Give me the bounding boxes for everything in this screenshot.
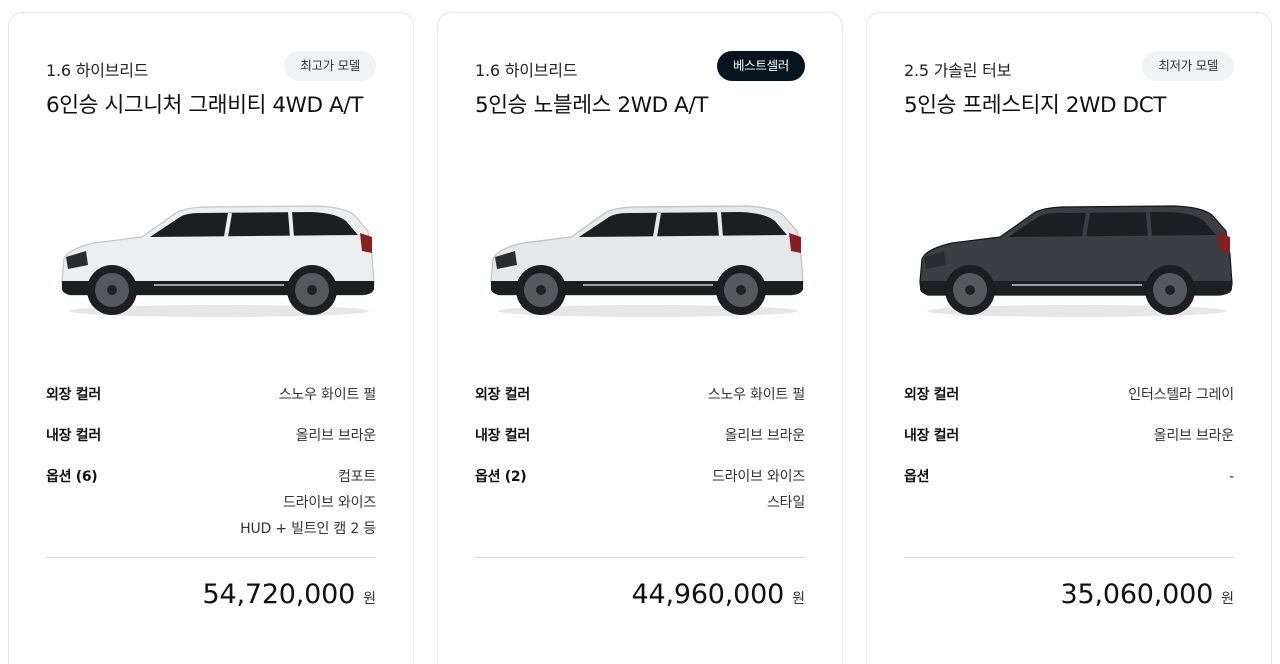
- option-item: 드라이브 와이즈: [711, 469, 805, 485]
- price-currency: 원: [363, 591, 376, 607]
- badge-highest-price: 최고가 모델: [284, 51, 376, 81]
- trim-engine: 1.6 하이브리드: [475, 61, 578, 80]
- white-suv-image: [54, 193, 384, 323]
- divider: [904, 557, 1234, 558]
- model-name: 6인승 시그니처 그래비티 4WD A/T: [46, 93, 363, 118]
- price-amount: 35,060,000: [1060, 579, 1214, 610]
- spec-value: 올리브 브라운: [724, 428, 806, 444]
- spec-options: 옵션 -: [904, 464, 1234, 490]
- option-item: 컴포트: [337, 469, 376, 485]
- option-item: 스타일: [766, 495, 805, 511]
- spec-label: 외장 컬러: [904, 387, 959, 403]
- option-item: -: [1229, 469, 1234, 485]
- spec-label: 옵션 (2): [475, 469, 527, 485]
- options-list: -: [1229, 464, 1234, 490]
- spec-value: 스노우 화이트 펄: [707, 387, 805, 403]
- spec-options: 옵션 (6) 컴포트 드라이브 와이즈 HUD + 빌트인 캠 2 등: [46, 464, 376, 542]
- option-item: 드라이브 와이즈: [282, 495, 376, 511]
- spec-interior: 내장 컬러 올리브 브라운: [475, 423, 805, 449]
- spec-value: 올리브 브라운: [1153, 428, 1235, 444]
- trim-card-3[interactable]: 2.5 가솔린 터보 최저가 모델 5인승 프레스티지 2WD DCT 외장 컬…: [866, 12, 1272, 664]
- dark-gray-suv-image: [912, 193, 1242, 323]
- white-suv-image: [483, 193, 813, 323]
- spec-exterior: 외장 컬러 스노우 화이트 펄: [46, 382, 376, 408]
- price: 54,720,000 원: [203, 579, 376, 610]
- divider: [46, 557, 376, 558]
- spec-label: 내장 컬러: [904, 428, 959, 444]
- spec-label: 외장 컬러: [475, 387, 530, 403]
- spec-interior: 내장 컬러 올리브 브라운: [904, 423, 1234, 449]
- option-item: HUD + 빌트인 캠 2 등: [240, 521, 376, 537]
- badge-lowest-price: 최저가 모델: [1142, 51, 1234, 81]
- price-amount: 44,960,000: [631, 579, 785, 610]
- spec-label: 외장 컬러: [46, 387, 101, 403]
- divider: [475, 557, 805, 558]
- spec-label: 옵션 (6): [46, 469, 98, 485]
- price-currency: 원: [1221, 591, 1234, 607]
- spec-interior: 내장 컬러 올리브 브라운: [46, 423, 376, 449]
- spec-exterior: 외장 컬러 스노우 화이트 펄: [475, 382, 805, 408]
- trim-engine: 2.5 가솔린 터보: [904, 61, 1012, 80]
- price: 44,960,000 원: [632, 579, 805, 610]
- model-name: 5인승 프레스티지 2WD DCT: [904, 93, 1167, 118]
- trim-card-2[interactable]: 1.6 하이브리드 베스트셀러 5인승 노블레스 2WD A/T 외장 컬러 스…: [437, 12, 843, 664]
- spec-value: 스노우 화이트 펄: [278, 387, 376, 403]
- trim-cards-container: 1.6 하이브리드 최고가 모델 6인승 시그니처 그래비티 4WD A/T 외…: [0, 0, 1280, 664]
- spec-label: 내장 컬러: [475, 428, 530, 444]
- badge-bestseller: 베스트셀러: [716, 51, 805, 81]
- price-currency: 원: [792, 591, 805, 607]
- spec-options: 옵션 (2) 드라이브 와이즈 스타일: [475, 464, 805, 516]
- trim-card-1[interactable]: 1.6 하이브리드 최고가 모델 6인승 시그니처 그래비티 4WD A/T 외…: [8, 12, 414, 664]
- options-list: 컴포트 드라이브 와이즈 HUD + 빌트인 캠 2 등: [240, 464, 376, 542]
- options-list: 드라이브 와이즈 스타일: [712, 464, 805, 516]
- spec-value: 인터스텔라 그레이: [1128, 387, 1234, 403]
- price: 35,060,000 원: [1061, 579, 1234, 610]
- spec-exterior: 외장 컬러 인터스텔라 그레이: [904, 382, 1234, 408]
- spec-label: 내장 컬러: [46, 428, 101, 444]
- spec-label: 옵션: [904, 469, 930, 485]
- trim-engine: 1.6 하이브리드: [46, 61, 149, 80]
- model-name: 5인승 노블레스 2WD A/T: [475, 93, 709, 118]
- spec-value: 올리브 브라운: [295, 428, 377, 444]
- price-amount: 54,720,000: [202, 579, 356, 610]
